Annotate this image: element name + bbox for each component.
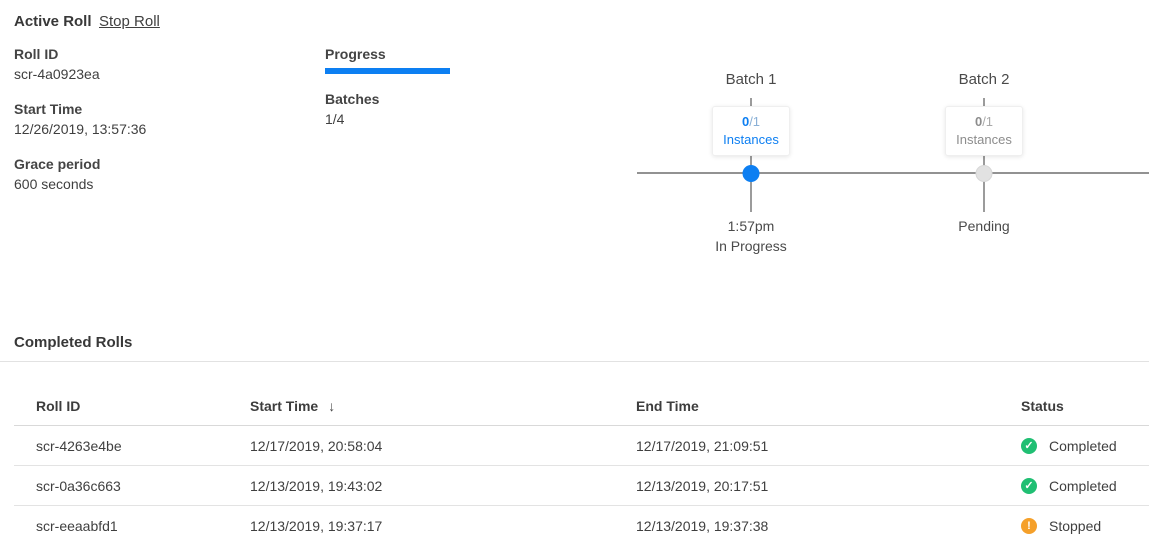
table-row[interactable]: scr-0a36c663 12/13/2019, 19:43:02 12/13/… — [14, 466, 1149, 506]
batch-1-instances-label[interactable]: Instances — [713, 131, 789, 149]
roll-id-value: scr-4a0923ea — [14, 64, 146, 84]
section-divider — [0, 361, 1149, 362]
batch-2-instance-count: 0/1 — [946, 113, 1022, 131]
cell-end-time: 12/13/2019, 19:37:38 — [636, 518, 1021, 534]
batches-value: 1/4 — [325, 109, 485, 129]
cell-status: ! Stopped — [1021, 518, 1149, 534]
batch-2-group: Batch 2 0/1 Instances Pending — [904, 70, 1064, 260]
grace-period-field: Grace period 600 seconds — [14, 154, 146, 194]
batches-label: Batches — [325, 89, 485, 109]
cell-status: ✓ Completed — [1021, 478, 1149, 494]
grace-period-label: Grace period — [14, 154, 146, 174]
progress-bar-fill — [325, 68, 450, 74]
batch-2-time: Pending — [904, 216, 1064, 236]
batch-1-time: 1:57pm — [671, 216, 831, 236]
batch-1-name: Batch 1 — [671, 70, 831, 90]
cell-roll-id: scr-4263e4be — [36, 438, 250, 454]
active-roll-title: Active Roll — [14, 12, 92, 32]
batch-1-stage: In Progress — [671, 236, 831, 256]
status-label: Stopped — [1049, 518, 1101, 534]
batch-1-timeline-dot — [743, 165, 760, 182]
batch-1-instance-count: 0/1 — [713, 113, 789, 131]
batch-2-timeline-dot — [976, 165, 993, 182]
cell-start-time: 12/17/2019, 20:58:04 — [250, 438, 636, 454]
stop-roll-link[interactable]: Stop Roll — [99, 12, 160, 32]
cell-end-time: 12/17/2019, 21:09:51 — [636, 438, 1021, 454]
batch-1-instances-card[interactable]: 0/1 Instances — [712, 106, 790, 156]
check-circle-icon: ✓ — [1021, 478, 1037, 494]
column-header-end-time: End Time — [636, 398, 1021, 414]
progress-section: Progress Batches 1/4 — [325, 44, 485, 129]
cell-end-time: 12/13/2019, 20:17:51 — [636, 478, 1021, 494]
column-header-start-time[interactable]: Start Time ↓ — [250, 398, 636, 414]
roll-details: Roll ID scr-4a0923ea Start Time 12/26/20… — [14, 44, 146, 209]
progress-bar — [325, 68, 450, 74]
cell-roll-id: scr-0a36c663 — [36, 478, 250, 494]
batch-2-instances-label: Instances — [946, 131, 1022, 149]
cell-start-time: 12/13/2019, 19:37:17 — [250, 518, 636, 534]
roll-id-field: Roll ID scr-4a0923ea — [14, 44, 146, 84]
cell-status: ✓ Completed — [1021, 438, 1149, 454]
exclamation-circle-icon: ! — [1021, 518, 1037, 534]
status-label: Completed — [1049, 438, 1117, 454]
start-time-value: 12/26/2019, 13:57:36 — [14, 119, 146, 139]
start-time-label: Start Time — [14, 99, 146, 119]
completed-rolls-table: Roll ID Start Time ↓ End Time Status scr… — [14, 386, 1149, 545]
completed-rolls-title: Completed Rolls — [14, 333, 132, 353]
cell-start-time: 12/13/2019, 19:43:02 — [250, 478, 636, 494]
table-row[interactable]: scr-eeaabfd1 12/13/2019, 19:37:17 12/13/… — [14, 506, 1149, 545]
column-header-roll-id: Roll ID — [36, 398, 250, 414]
column-header-status: Status — [1021, 398, 1149, 414]
check-circle-icon: ✓ — [1021, 438, 1037, 454]
batch-2-name: Batch 2 — [904, 70, 1064, 90]
roll-management-page: Active Roll Stop Roll Roll ID scr-4a0923… — [0, 0, 1149, 545]
cell-roll-id: scr-eeaabfd1 — [36, 518, 250, 534]
progress-label: Progress — [325, 44, 485, 64]
status-label: Completed — [1049, 478, 1117, 494]
table-row[interactable]: scr-4263e4be 12/17/2019, 20:58:04 12/17/… — [14, 426, 1149, 466]
batch-1-group: Batch 1 0/1 Instances 1:57pm In Progress — [671, 70, 831, 260]
batch-2-instances-card[interactable]: 0/1 Instances — [945, 106, 1023, 156]
start-time-field: Start Time 12/26/2019, 13:57:36 — [14, 99, 146, 139]
grace-period-value: 600 seconds — [14, 174, 146, 194]
sort-desc-icon[interactable]: ↓ — [328, 398, 335, 414]
batch-timeline: Batch 1 0/1 Instances 1:57pm In Progress… — [637, 70, 1149, 260]
roll-id-label: Roll ID — [14, 44, 146, 64]
table-header-row: Roll ID Start Time ↓ End Time Status — [14, 386, 1149, 426]
